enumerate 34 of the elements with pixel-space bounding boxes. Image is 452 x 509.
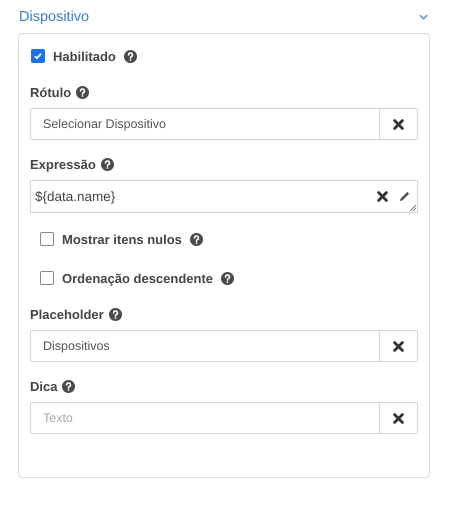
- field-label: Expressão: [30, 157, 96, 172]
- checkbox-label: Mostrar itens nulos: [62, 232, 182, 246]
- help-icon[interactable]: [100, 158, 114, 171]
- checkbox[interactable]: [31, 49, 45, 63]
- help-icon[interactable]: [108, 308, 122, 321]
- chevron-icon[interactable]: [419, 14, 428, 20]
- close-icon: [393, 412, 404, 424]
- clear-button[interactable]: [379, 330, 418, 362]
- pencil-icon[interactable]: [398, 190, 411, 203]
- text-field[interactable]: Selecionar Dispositivo: [30, 108, 379, 140]
- field-label: Dica: [30, 379, 58, 394]
- checkbox-label: Ordenação descendente: [62, 270, 213, 286]
- help-icon[interactable]: [221, 272, 234, 284]
- section-title[interactable]: Dispositivo: [19, 9, 90, 25]
- checkbox-label: Habilitado: [53, 48, 116, 64]
- help-icon[interactable]: [190, 232, 203, 246]
- help-icon[interactable]: [76, 86, 90, 99]
- field-label: Rótulo: [30, 85, 72, 100]
- check-icon: [33, 51, 43, 61]
- close-icon: [393, 340, 404, 352]
- clear-button[interactable]: [379, 108, 418, 140]
- close-icon: [393, 118, 404, 130]
- clear-button[interactable]: [379, 402, 418, 434]
- help-icon[interactable]: [62, 380, 76, 393]
- text-field[interactable]: Texto: [30, 402, 379, 434]
- text-field[interactable]: Dispositivos: [30, 330, 379, 362]
- help-icon[interactable]: [124, 50, 137, 62]
- expression-value: ${data.name}: [35, 189, 116, 204]
- close-icon: [377, 191, 388, 202]
- checkbox[interactable]: [40, 271, 54, 285]
- field-label: Placeholder: [30, 307, 104, 322]
- resize-handle-icon[interactable]: [410, 205, 416, 211]
- checkbox[interactable]: [40, 232, 54, 246]
- expression-field[interactable]: ${data.name}: [30, 180, 418, 213]
